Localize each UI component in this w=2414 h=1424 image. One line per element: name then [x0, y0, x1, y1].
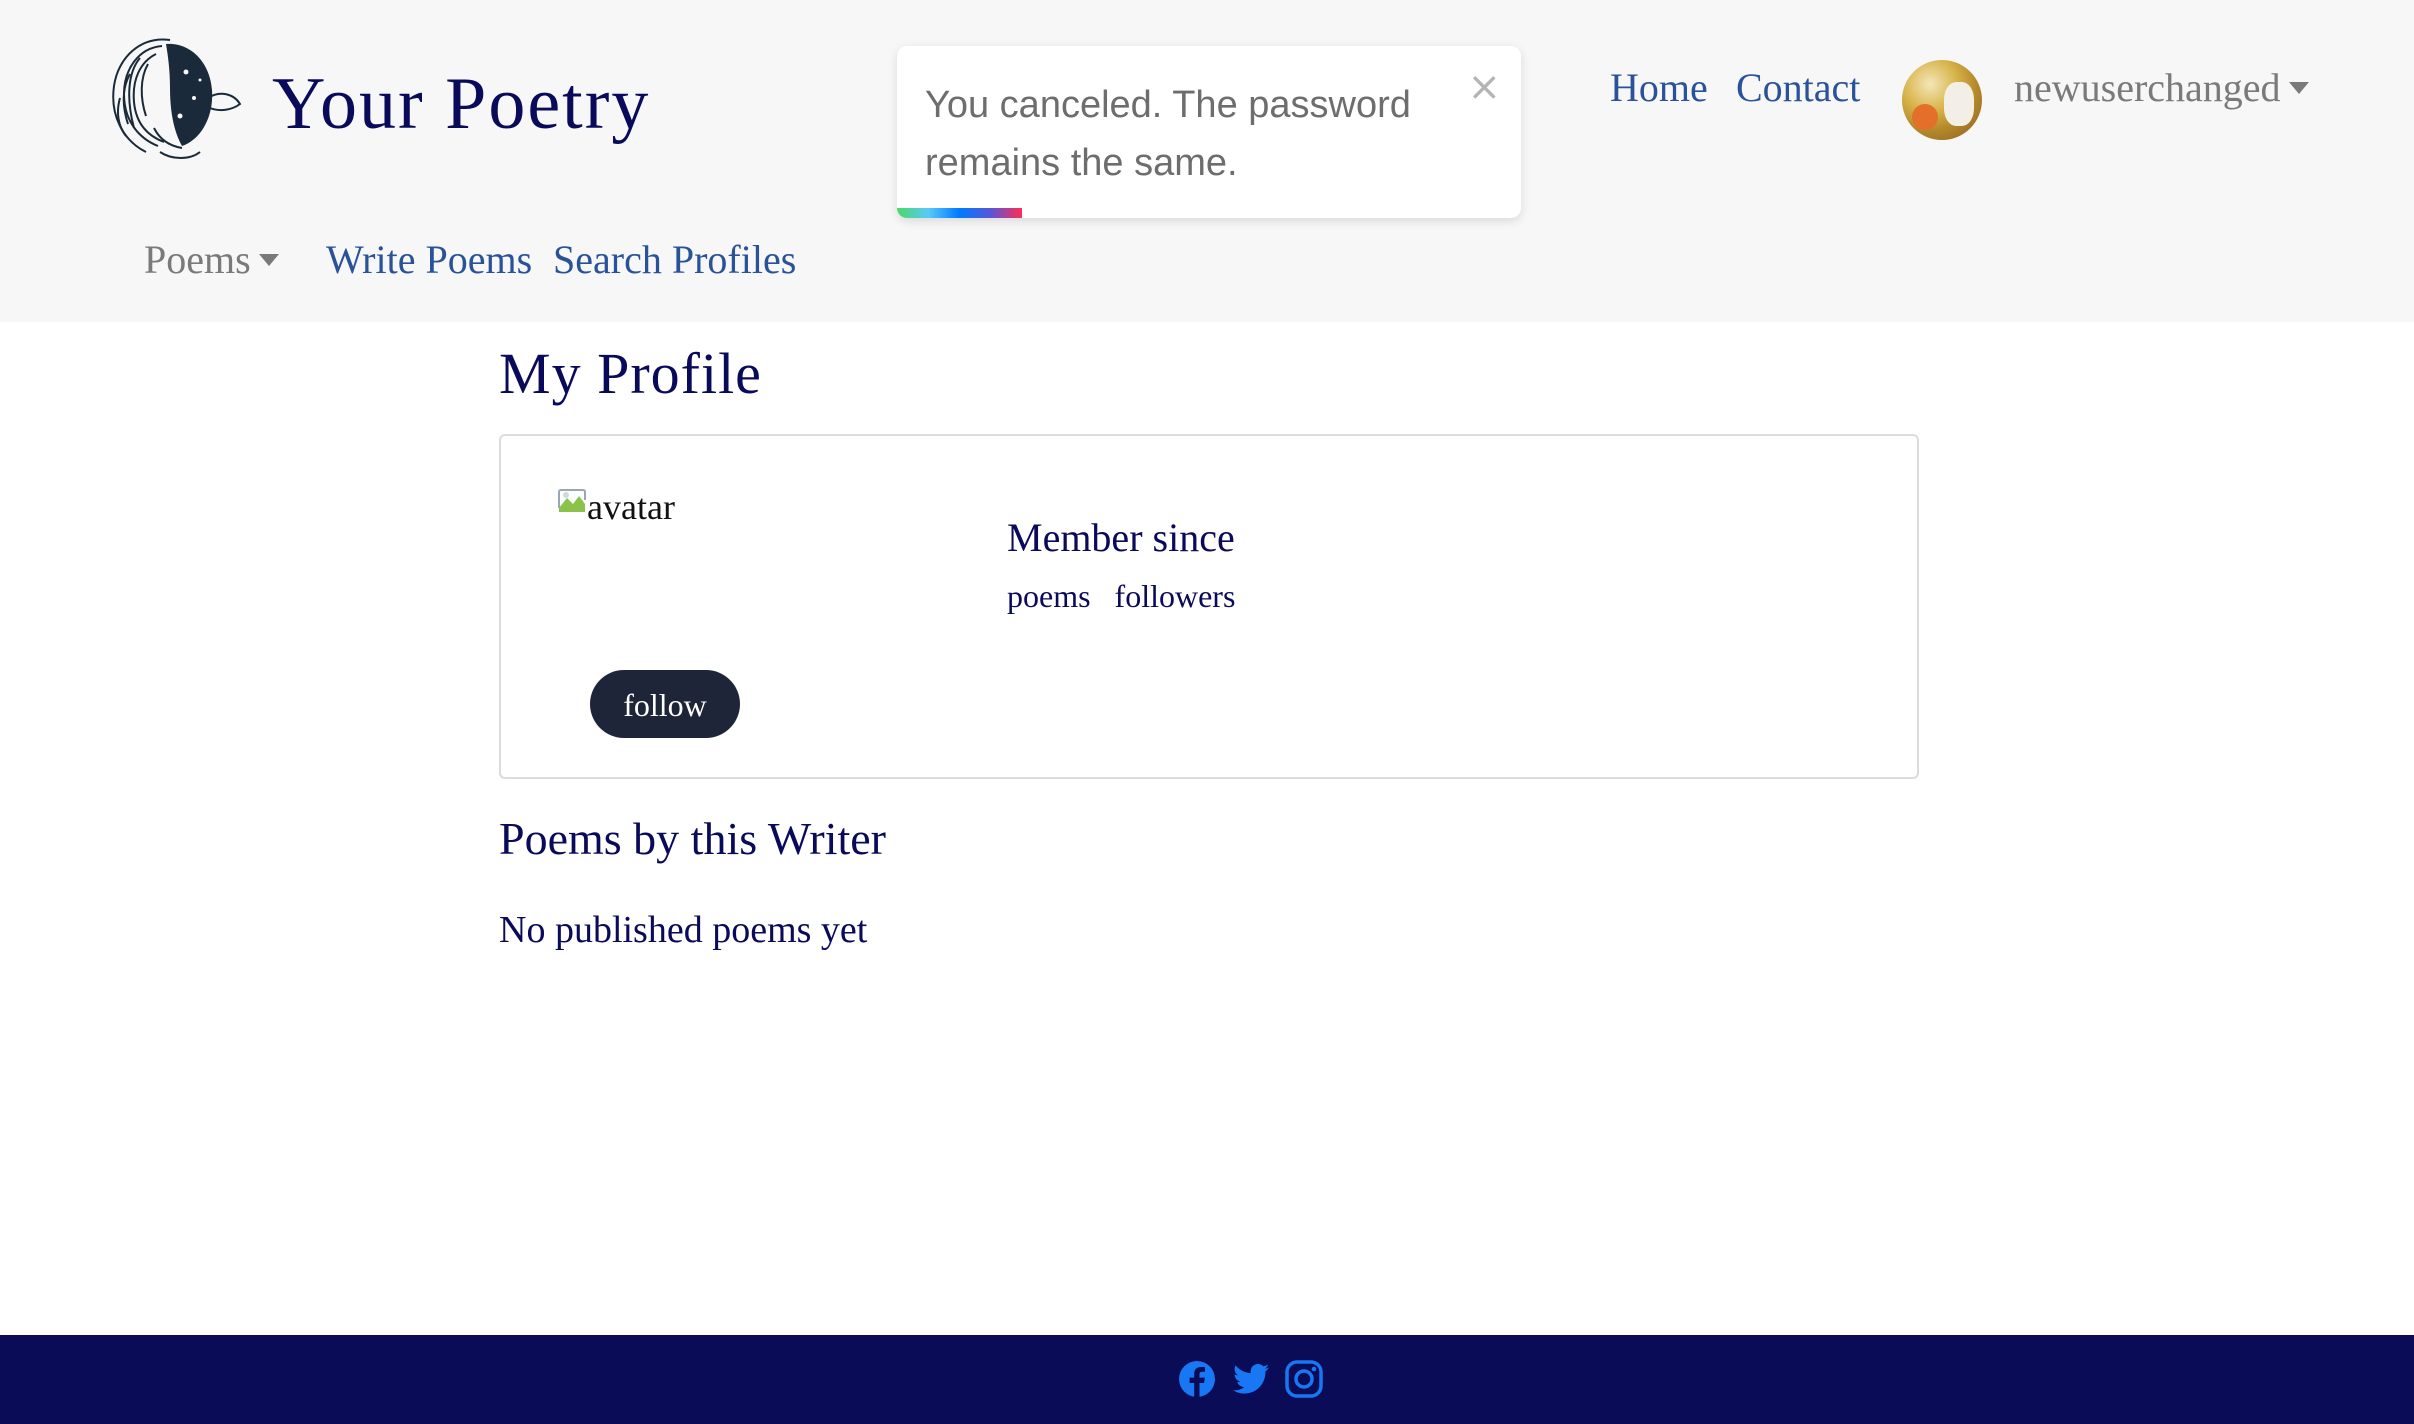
avatar-alt-text: avatar	[587, 487, 675, 527]
logo-icon[interactable]	[100, 28, 245, 166]
avatar-detail	[1944, 82, 1974, 126]
nav-home-link[interactable]: Home	[1610, 64, 1708, 111]
site-footer	[0, 1335, 2414, 1424]
poems-dropdown-toggle[interactable]: Poems	[144, 236, 279, 283]
user-menu-toggle[interactable]: newuserchanged	[2014, 64, 2309, 111]
close-icon[interactable]: ×	[1467, 64, 1501, 110]
member-since-label: Member since	[1007, 515, 1235, 560]
poems-section-title: Poems by this Writer	[499, 813, 887, 864]
profile-card: avatar Member since poems followers follo…	[499, 434, 1919, 779]
nav-contact-link[interactable]: Contact	[1736, 64, 1860, 111]
page-title: My Profile	[499, 341, 762, 406]
user-avatar[interactable]	[1902, 60, 1982, 140]
chevron-down-icon	[258, 253, 279, 266]
broken-image-icon	[558, 489, 586, 512]
profile-stats: poems followers	[1007, 578, 1235, 615]
search-profiles-link[interactable]: Search Profiles	[553, 236, 796, 283]
follow-button[interactable]: follow	[590, 670, 740, 738]
poems-dropdown-label: Poems	[144, 237, 251, 282]
followers-count-label: followers	[1114, 578, 1236, 614]
poems-count-label: poems	[1007, 578, 1091, 614]
instagram-icon[interactable]	[1284, 1359, 1324, 1399]
write-poems-link[interactable]: Write Poems	[326, 236, 532, 283]
empty-poems-message: No published poems yet	[499, 909, 868, 951]
facebook-icon[interactable]	[1177, 1359, 1217, 1399]
toast-notification: You canceled. The password remains the s…	[897, 46, 1521, 218]
user-name-label: newuserchanged	[2014, 65, 2281, 110]
avatar-detail	[1912, 104, 1938, 130]
brand-title[interactable]: Your Poetry	[272, 62, 650, 147]
toast-progress-bar	[897, 208, 1022, 218]
twitter-icon[interactable]	[1231, 1359, 1271, 1399]
avatar: avatar	[557, 486, 675, 528]
toast-message: You canceled. The password remains the s…	[925, 84, 1411, 184]
chevron-down-icon	[2288, 81, 2309, 94]
